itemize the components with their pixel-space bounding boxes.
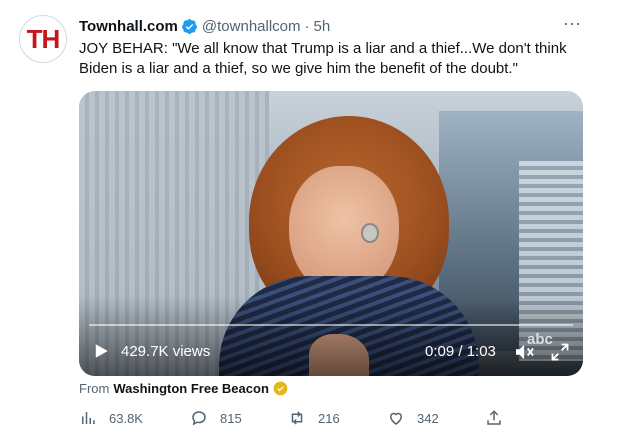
reply-action[interactable]: 815 bbox=[190, 409, 242, 427]
mute-icon[interactable] bbox=[514, 343, 536, 361]
retweet-action[interactable]: 216 bbox=[288, 409, 340, 427]
author-name[interactable]: Townhall.com bbox=[79, 18, 178, 35]
tweet-text: JOY BEHAR: "We all know that Trump is a … bbox=[79, 40, 567, 77]
analytics-icon bbox=[82, 412, 95, 424]
play-icon[interactable] bbox=[92, 342, 110, 360]
video-progress-bar[interactable] bbox=[89, 324, 573, 326]
reply-count: 815 bbox=[220, 410, 242, 426]
gold-verified-badge-icon bbox=[273, 381, 288, 396]
source-prefix: From bbox=[79, 381, 110, 396]
retweet-icon bbox=[291, 411, 303, 425]
fullscreen-icon[interactable] bbox=[550, 342, 570, 362]
heart-icon bbox=[389, 412, 403, 425]
author-handle[interactable]: @townhallcom bbox=[202, 18, 301, 35]
video-timecode: 0:09 / 1:03 bbox=[425, 343, 496, 360]
views-action[interactable]: 63.8K bbox=[79, 409, 143, 427]
separator-dot: · bbox=[304, 17, 310, 35]
view-count: 429.7K views bbox=[121, 343, 211, 360]
source-name-link[interactable]: Washington Free Beacon bbox=[113, 381, 269, 396]
tweet-header: Townhall.com @townhallcom · 5h bbox=[79, 16, 330, 36]
scrollbar[interactable] bbox=[602, 0, 618, 442]
avatar-logo-text: TH bbox=[26, 23, 61, 54]
more-options-button[interactable]: ··· bbox=[560, 14, 584, 36]
avatar[interactable]: TH bbox=[19, 15, 67, 63]
video-player[interactable]: abc 429.7K views 0:09 / 1:03 bbox=[79, 91, 583, 376]
views-count: 63.8K bbox=[109, 410, 143, 426]
share-icon bbox=[487, 410, 501, 425]
retweet-count: 216 bbox=[318, 410, 340, 426]
like-count: 342 bbox=[417, 410, 439, 426]
verified-badge-icon bbox=[181, 18, 197, 34]
share-action[interactable] bbox=[485, 409, 503, 427]
controls-gradient bbox=[79, 296, 583, 376]
subject-earring bbox=[361, 223, 379, 243]
action-bar: 63.8K 815 216 342 bbox=[79, 409, 584, 431]
source-attribution: From Washington Free Beacon bbox=[79, 381, 288, 396]
reply-icon bbox=[192, 411, 206, 426]
like-action[interactable]: 342 bbox=[387, 409, 439, 427]
timestamp[interactable]: 5h bbox=[314, 18, 331, 35]
tweet-card[interactable]: TH Townhall.com @townhallcom · 5h ··· JO… bbox=[0, 0, 603, 442]
